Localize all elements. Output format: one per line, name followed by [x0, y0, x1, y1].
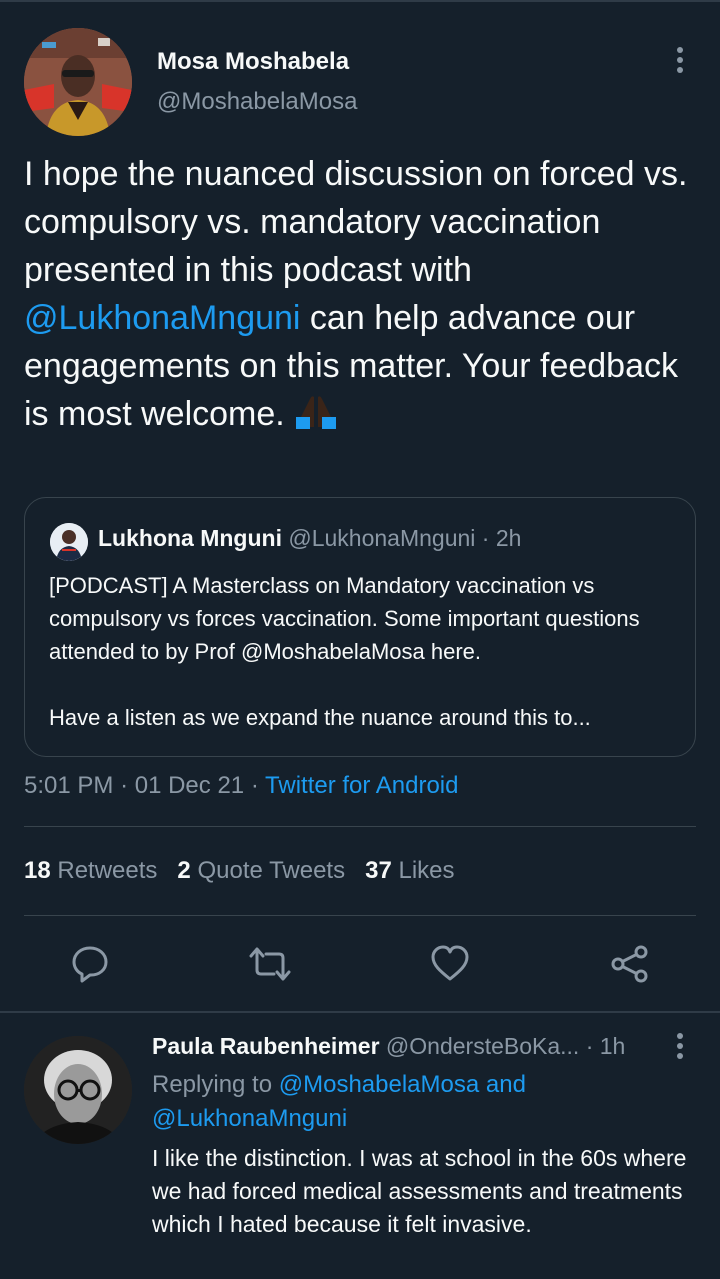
reply-author-handle[interactable]: @OndersteBoKa... — [386, 1033, 579, 1059]
reply-text: I like the distinction. I was at school … — [152, 1145, 687, 1237]
divider — [24, 826, 696, 827]
tweet-time: 5:01 PM — [24, 772, 114, 799]
timestamp-separator: · — [120, 772, 129, 799]
replying-prefix: Replying to — [152, 1071, 279, 1098]
reply-author-avatar[interactable] — [24, 1036, 132, 1144]
reply-icon[interactable] — [70, 944, 110, 984]
likes-stat[interactable]: 37 Likes — [365, 857, 454, 884]
quote-separator: · — [481, 525, 490, 551]
author-name[interactable]: Mosa Moshabela — [157, 48, 349, 76]
tweet-date: 01 Dec 21 — [134, 772, 245, 799]
retweets-count: 18 — [24, 857, 51, 884]
quote-text-paragraph: [PODCAST] A Masterclass on Mandatory vac… — [49, 573, 640, 664]
tweet-timestamp: 5:01 PM · 01 Dec 21 · Twitter for Androi… — [24, 772, 458, 800]
likes-count: 37 — [365, 857, 392, 884]
retweet-icon[interactable] — [248, 944, 291, 984]
share-icon[interactable] — [610, 944, 650, 984]
bottom-edge — [0, 1262, 720, 1279]
timestamp-separator: · — [250, 772, 259, 799]
quote-header: Lukhona Mnguni @LukhonaMnguni · 2h — [98, 525, 521, 552]
author-handle[interactable]: @MoshabelaMosa — [157, 88, 357, 116]
quote-age: 2h — [495, 525, 522, 551]
retweets-label: Retweets — [57, 857, 158, 884]
author-avatar[interactable] — [24, 28, 132, 136]
quotes-stat[interactable]: 2 Quote Tweets — [177, 857, 345, 884]
quote-text: [PODCAST] A Masterclass on Mandatory vac… — [49, 569, 679, 734]
quotes-count: 2 — [177, 857, 191, 884]
quote-author-avatar — [50, 523, 88, 561]
tweet-text-part: I hope the nuanced discussion on forced … — [24, 155, 688, 289]
more-options-icon[interactable] — [664, 44, 696, 76]
reply-age: 1h — [599, 1033, 626, 1059]
divider — [24, 915, 696, 916]
top-divider — [0, 0, 720, 2]
reply-author-name[interactable]: Paula Raubenheimer — [152, 1033, 380, 1059]
tweet-text: I hope the nuanced discussion on forced … — [24, 150, 704, 442]
tweet-source-link[interactable]: Twitter for Android — [265, 772, 458, 799]
tweet-stats: 18 Retweets 2 Quote Tweets 37 Likes — [24, 857, 455, 885]
folded-hands-emoji-icon — [294, 393, 338, 442]
reply-more-options-icon[interactable] — [666, 1030, 694, 1062]
reply-separator: · — [585, 1033, 594, 1059]
reply-header: Paula Raubenheimer @OndersteBoKa... · 1h — [152, 1033, 625, 1060]
quote-author-name: Lukhona Mnguni — [98, 525, 282, 551]
retweets-stat[interactable]: 18 Retweets — [24, 857, 157, 884]
divider — [0, 1011, 720, 1013]
quotes-label: Quote Tweets — [197, 857, 346, 884]
replying-to: Replying to @MoshabelaMosa and @LukhonaM… — [152, 1068, 692, 1136]
mention-link[interactable]: @LukhonaMnguni — [24, 299, 300, 337]
quoted-tweet-card[interactable]: Lukhona Mnguni @LukhonaMnguni · 2h [PODC… — [24, 497, 696, 757]
quote-author-handle: @LukhonaMnguni — [288, 525, 476, 551]
like-icon[interactable] — [430, 944, 470, 984]
likes-label: Likes — [398, 857, 455, 884]
quote-text-paragraph: Have a listen as we expand the nuance ar… — [49, 705, 591, 730]
